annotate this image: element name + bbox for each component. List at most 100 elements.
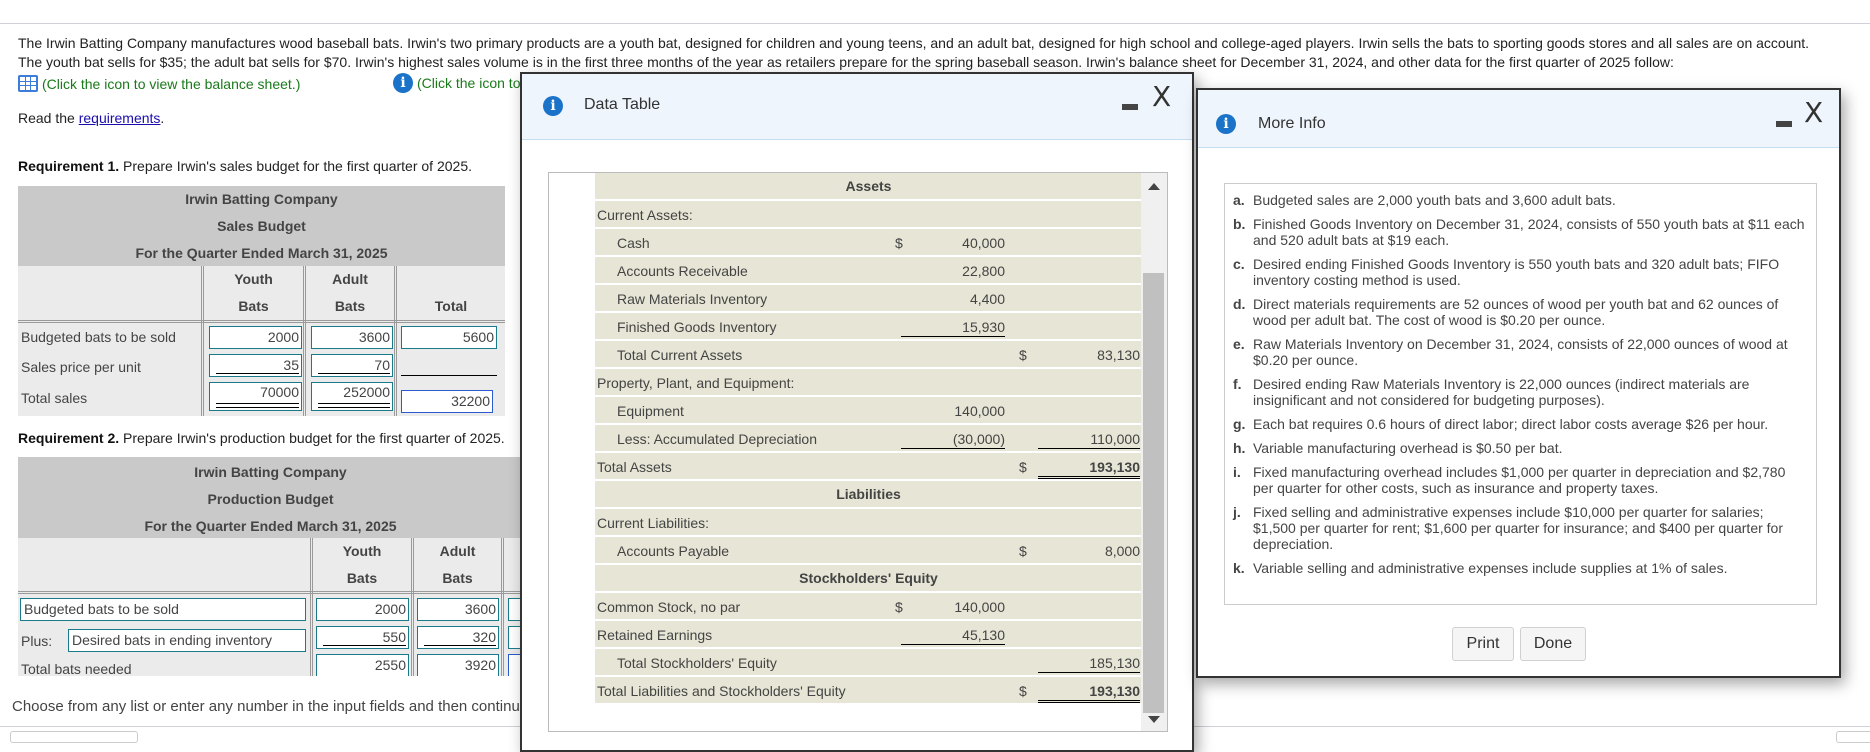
production-budget-period: For the Quarter Ended March 31, 2025 (144, 518, 397, 534)
production-adult-sold-input[interactable]: 3600 (417, 598, 499, 621)
plus-label: Plus: (21, 633, 53, 649)
dollar-sign: $ (1019, 347, 1027, 363)
amount-col-1: 45,130 (962, 627, 1005, 643)
sales-budget-period: For the Quarter Ended March 31, 2025 (135, 245, 388, 261)
info-item: c. Desired ending Finished Goods Inventor… (1233, 256, 1806, 288)
scrollbar[interactable] (1141, 173, 1167, 731)
production-row-label-select[interactable]: Budgeted bats to be sold (20, 598, 306, 621)
amount-col-1: 140,000 (954, 403, 1005, 419)
sales-youth-bats-input[interactable]: 2000 (209, 326, 302, 349)
underline (1038, 672, 1140, 673)
dialog-title: Data Table (584, 96, 661, 113)
info-item: e. Raw Materials Inventory on December 31… (1233, 336, 1806, 368)
balance-sheet-row: Less: Accumulated Depreciation (30,000) 11… (595, 425, 1142, 453)
row-label: Accounts Payable (617, 543, 730, 559)
amount-col-1: 140,000 (954, 599, 1005, 615)
balance-sheet-link-text[interactable]: (Click the icon to view the balance shee… (42, 76, 300, 92)
sales-youth-total-input[interactable]: 70000 (209, 382, 302, 411)
item-text: Fixed selling and administrative expense… (1253, 504, 1783, 552)
info-icon: i (543, 96, 563, 116)
scroll-down-icon[interactable] (1148, 716, 1160, 723)
production-col-youth: Youth Bats (342, 543, 382, 586)
row-label: Accounts Receivable (617, 263, 748, 279)
balance-sheet-row: Accounts Payable $8,000 (595, 537, 1142, 565)
amount-col-2: 110,000 (1090, 431, 1140, 447)
row-label: Retained Earnings (597, 627, 713, 643)
row-label: Total Stockholders' Equity (617, 655, 777, 671)
info-icon[interactable]: i (393, 73, 413, 93)
sales-adult-price-input[interactable]: 70 (311, 354, 393, 377)
table-icon[interactable] (18, 75, 38, 92)
item-key: i. (1233, 464, 1241, 480)
more-info-dialog: i More Info X a. Budgeted sales are 2,000… (1196, 88, 1841, 678)
balance-sheet-row: Total Liabilities and Stockholders' Equi… (595, 677, 1142, 705)
amount-col-2: 185,130 (1089, 655, 1140, 671)
balance-sheet-link[interactable]: (Click the icon to view the balance shee… (18, 75, 300, 92)
balance-sheet-row: Raw Materials Inventory 4,400 (595, 285, 1142, 313)
dollar-sign: $ (895, 599, 903, 615)
scroll-up-icon[interactable] (1148, 183, 1160, 190)
info-item: d. Direct materials requirements are 52 o… (1233, 296, 1806, 328)
sales-adult-bats-input[interactable]: 3600 (311, 326, 393, 349)
minimize-button[interactable] (1122, 104, 1138, 110)
balance-sheet-scroll-area: Assets Current Assets: Cash $40,000 Accounts… (548, 172, 1168, 732)
print-button[interactable]: Print (1452, 627, 1514, 661)
dollar-sign: $ (1019, 459, 1027, 475)
production-adult-needed-input[interactable]: 3920 (417, 654, 499, 676)
row-label: Finished Goods Inventory (617, 319, 777, 335)
sales-adult-total-input[interactable]: 252000 (311, 382, 393, 411)
item-text: Fixed manufacturing overhead includes $1… (1253, 464, 1786, 496)
data-table-dialog: i Data Table X Assets Current Assets: Cash… (520, 72, 1194, 752)
close-button[interactable]: X (1804, 96, 1823, 129)
intro-line-2: The youth bat sells for $35; the adult b… (18, 54, 1674, 70)
requirement-2-text: Prepare Irwin's production budget for th… (119, 430, 505, 446)
minimize-button[interactable] (1776, 121, 1792, 127)
close-button[interactable]: X (1152, 80, 1171, 113)
info-item: h. Variable manufacturing overhead is $0.… (1233, 440, 1806, 456)
row-label: Raw Materials Inventory (617, 291, 768, 307)
sales-grand-total-input[interactable]: 32200 (401, 390, 493, 413)
item-key: h. (1233, 440, 1246, 456)
balance-sheet-table: Assets Current Assets: Cash $40,000 Accounts… (595, 173, 1142, 705)
item-key: k. (1233, 560, 1245, 576)
amount-col-2: 193,130 (1089, 459, 1140, 475)
scroll-thumb[interactable] (1143, 273, 1164, 713)
production-adult-ending-input[interactable]: 320 (417, 626, 499, 649)
requirement-1-text: Prepare Irwin's sales budget for the fir… (119, 158, 472, 174)
balance-sheet-row: Total Stockholders' Equity 185,130 (595, 649, 1142, 677)
read-requirements: Read the requirements. (18, 110, 164, 126)
section-header-row: Stockholders' Equity (595, 565, 1142, 593)
row-label: Less: Accumulated Depreciation (617, 431, 817, 447)
requirement-2-title: Requirement 2. Prepare Irwin's productio… (18, 430, 505, 446)
footer-button-right[interactable] (1836, 731, 1870, 743)
item-key: j. (1233, 504, 1241, 520)
underline (1038, 448, 1140, 449)
production-budget-table: Youth Bats Adult Bats Budgeted bats to be … (18, 538, 523, 676)
requirements-link[interactable]: requirements (79, 110, 161, 126)
production-youth-ending-input[interactable]: 550 (316, 626, 409, 649)
done-button[interactable]: Done (1520, 627, 1586, 661)
production-youth-needed-input[interactable]: 2550 (316, 654, 409, 676)
underline (901, 336, 1005, 337)
row-label: Cash (617, 235, 650, 251)
production-row-label-select[interactable]: Desired bats in ending inventory (68, 629, 306, 652)
intro-line-1: The Irwin Batting Company manufactures w… (18, 35, 1810, 51)
item-text: Direct materials requirements are 52 oun… (1253, 296, 1779, 328)
requirement-1-label: Requirement 1. (18, 158, 120, 174)
sales-youth-price-input[interactable]: 35 (209, 354, 302, 377)
sales-total-bats-input[interactable]: 5600 (401, 326, 497, 349)
amount-col-2: 8,000 (1104, 543, 1140, 559)
footer-button[interactable] (10, 731, 138, 743)
amount-col-1: 40,000 (962, 235, 1005, 251)
read-prefix: Read the (18, 110, 79, 126)
balance-sheet-row: Property, Plant, and Equipment: (595, 369, 1142, 397)
info-icon: i (1216, 114, 1236, 134)
total-price-underline (401, 375, 497, 376)
info-item: g. Each bat requires 0.6 hours of direct … (1233, 416, 1806, 432)
production-youth-sold-input[interactable]: 2000 (316, 598, 409, 621)
sales-row-label: Sales price per unit (21, 359, 141, 375)
more-info-list: a. Budgeted sales are 2,000 youth bats an… (1224, 183, 1817, 605)
info-item: j. Fixed selling and administrative expen… (1233, 504, 1806, 552)
info-item: a. Budgeted sales are 2,000 youth bats an… (1233, 192, 1806, 208)
item-text: Raw Materials Inventory on December 31, … (1253, 336, 1788, 368)
